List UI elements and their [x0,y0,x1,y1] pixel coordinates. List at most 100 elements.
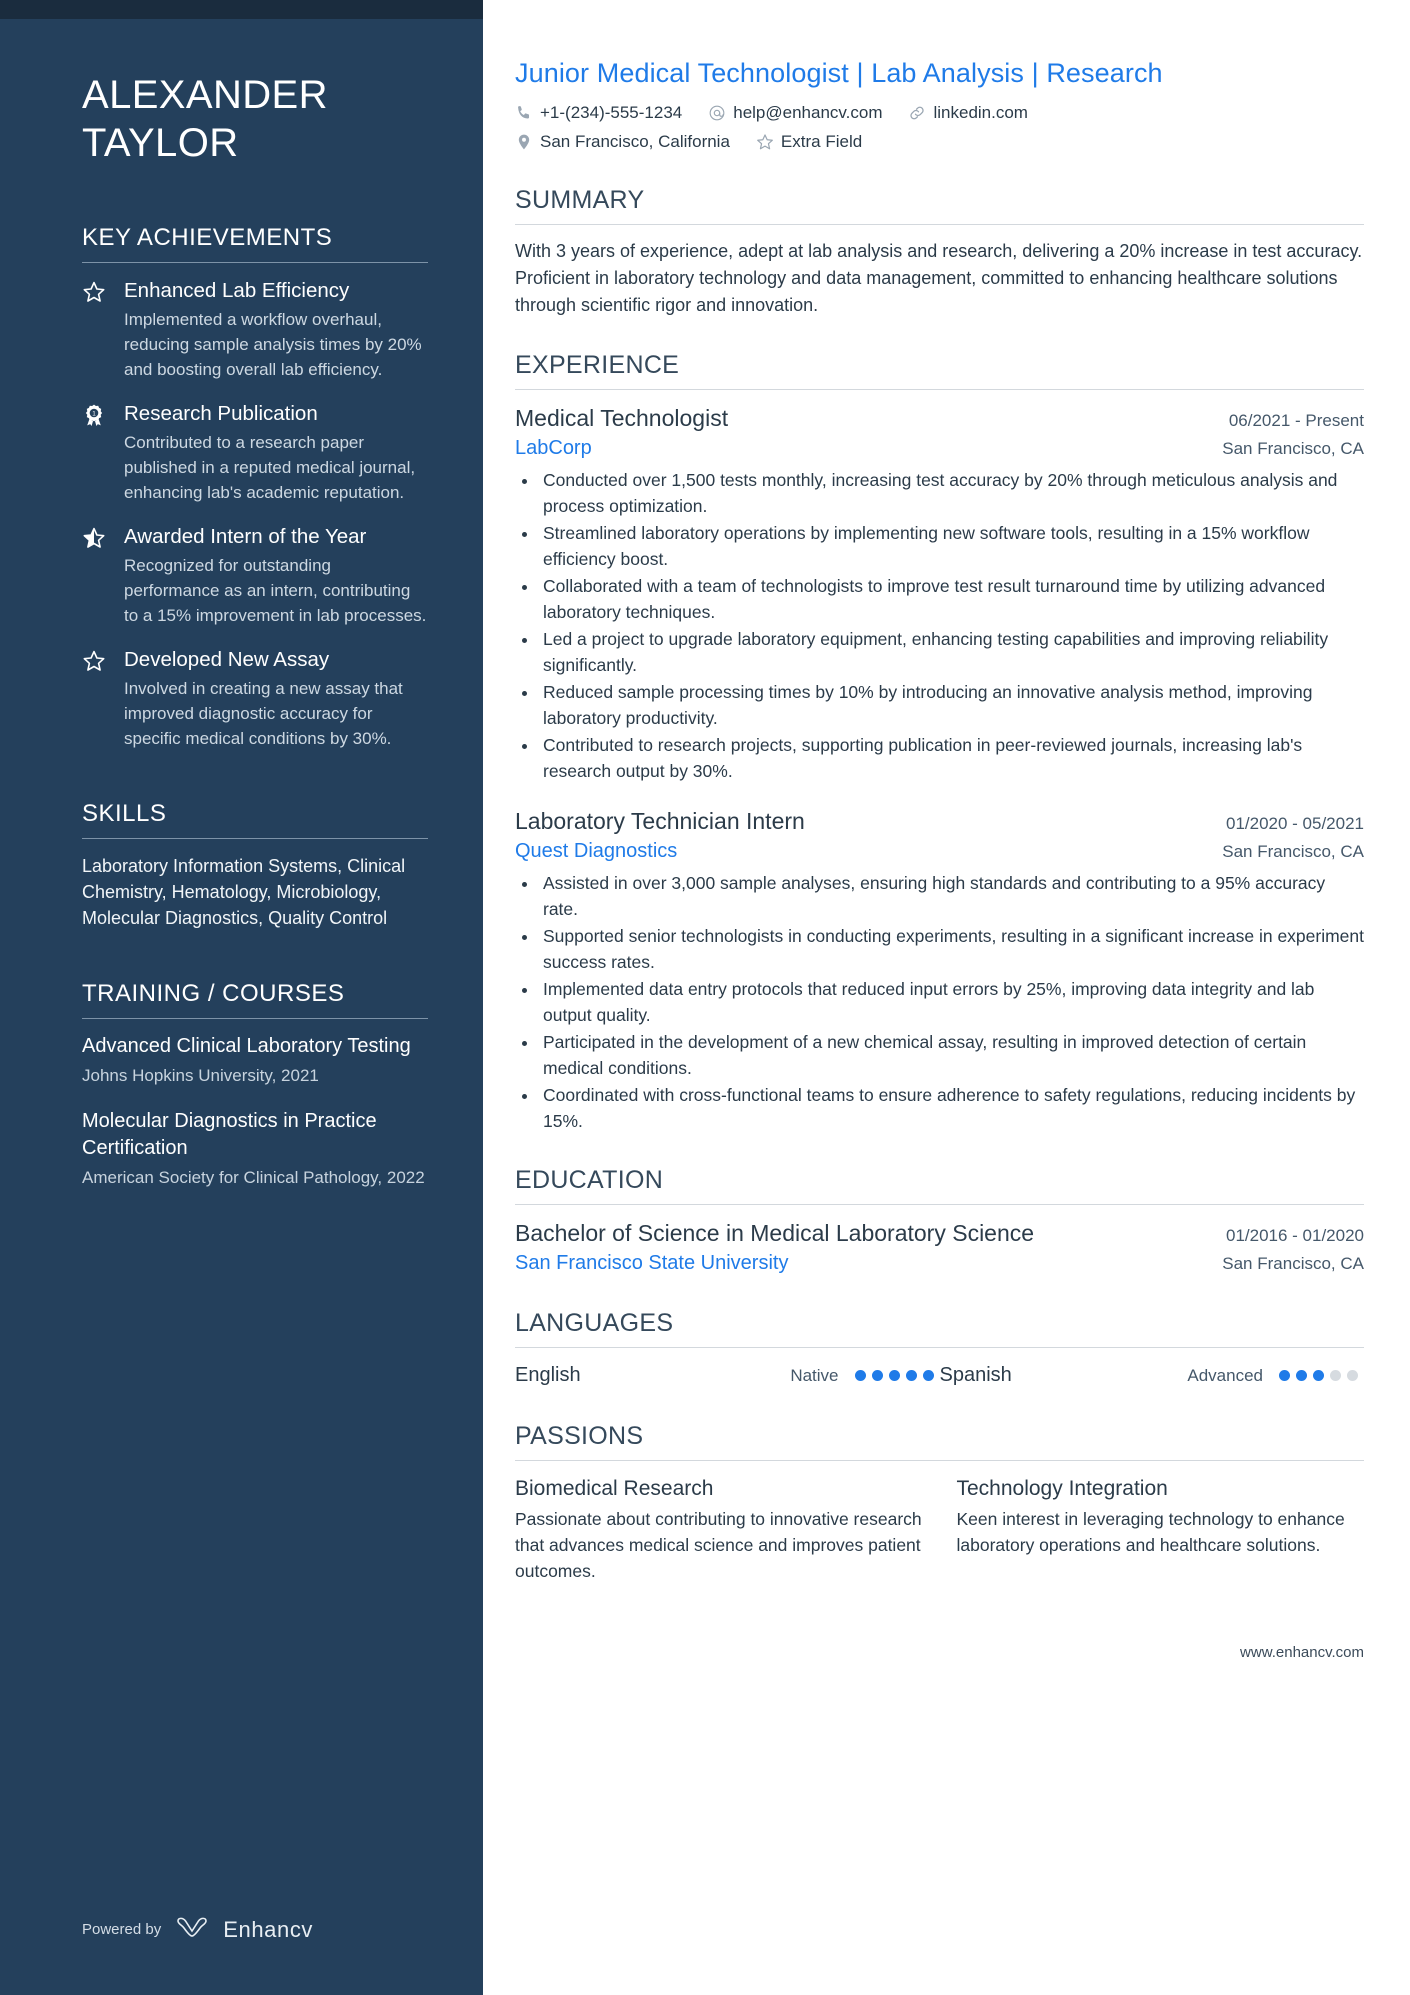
divider [82,1018,428,1019]
svg-text:1: 1 [92,411,96,418]
entry-bullet-list: Assisted in over 3,000 sample analyses, … [515,870,1364,1134]
section-experience: EXPERIENCE Medical Technologist 06/2021 -… [515,349,1364,1134]
proficiency-dot-filled [871,1370,883,1381]
experience-entry: Laboratory Technician Intern 01/2020 - 05… [515,806,1364,1134]
section-skills: SKILLS Laboratory Information Systems, C… [82,799,428,931]
entry-bullet: Coordinated with cross-functional teams … [539,1082,1364,1134]
contact-item[interactable]: help@enhancv.com [708,100,882,125]
language-item: Spanish Advanced [940,1361,1365,1390]
entry-org-row: LabCorp San Francisco, CA [515,434,1364,462]
award-ribbon-icon: 1 [82,403,106,427]
proficiency-dot-filled [1279,1370,1290,1381]
entry-bullet: Participated in the development of a new… [539,1029,1364,1081]
course-institution: Johns Hopkins University, 2021 [82,1066,319,1085]
passion-title: Technology Integration [956,1477,1168,1500]
entry-bullet: Reduced sample processing times by 10% b… [539,679,1364,731]
powered-by-label: Powered by [82,1921,162,1938]
education-heading: EDUCATION [515,1166,664,1194]
proficiency-dot-filled [854,1370,866,1381]
divider [515,1204,1364,1205]
entry-title: Laboratory Technician Intern [515,808,805,834]
training-courses-heading: TRAINING / COURSES [82,980,345,1007]
entry-title: Bachelor of Science in Medical Laborator… [515,1220,1035,1246]
divider [82,838,428,839]
entry-date-range: 06/2021 - Present [1228,411,1364,430]
entry-location: San Francisco, CA [1222,1254,1364,1273]
contact-item[interactable]: San Francisco, California [515,129,730,154]
entry-bullet: Led a project to upgrade laboratory equi… [539,626,1364,678]
achievement-title: Developed New Assay [124,648,330,671]
entry-organization[interactable]: San Francisco State University [515,1249,788,1277]
location-pin-icon [515,133,533,151]
language-proficiency-dots [854,1370,940,1381]
entry-bullet: Collaborated with a team of technologist… [539,573,1364,625]
course-institution: American Society for Clinical Pathology,… [82,1168,425,1187]
entry-bullet-list: Conducted over 1,500 tests monthly, incr… [515,467,1364,784]
candidate-last-name: TAYLOR [82,121,239,165]
entry-title-row: Bachelor of Science in Medical Laborator… [515,1218,1364,1249]
language-name: Spanish [939,1364,1012,1386]
proficiency-dot-filled [1296,1370,1307,1381]
language-item: English Native [515,1361,940,1390]
sidebar-top-band [0,0,483,19]
section-summary: SUMMARY With 3 years of experience, adep… [515,184,1364,319]
achievement-item: Developed New Assay Involved in creating … [82,646,428,751]
passion-item: Biomedical Research Passionate about cont… [515,1474,923,1584]
key-achievements-heading: KEY ACHIEVEMENTS [82,224,333,251]
job-title: Junior Medical Technologist | Lab Analys… [515,58,1163,88]
achievement-body: Enhanced Lab Efficiency Implemented a wor… [124,277,428,382]
achievement-icon-wrap: 1 [82,400,110,505]
summary-heading: SUMMARY [515,186,645,214]
training-courses-list: Advanced Clinical Laboratory Testing John… [82,1033,428,1190]
contact-item[interactable]: linkedin.com [908,100,1028,125]
powered-by-block: Powered by Enhancv [82,1916,313,1943]
key-achievements-list: Enhanced Lab Efficiency Implemented a wor… [82,277,428,751]
entry-date-range: 01/2020 - 05/2021 [1225,814,1364,833]
passion-description: Keen interest in leveraging technology t… [956,1509,1345,1555]
proficiency-dot-filled [905,1370,917,1381]
star-half-icon [82,526,106,550]
achievement-description: Recognized for outstanding performance a… [124,556,427,625]
achievement-icon-wrap [82,523,110,628]
sidebar: ALEXANDER TAYLOR KEY ACHIEVEMENTS Enhanc… [0,0,483,1995]
candidate-name: ALEXANDER TAYLOR [82,71,428,167]
entry-organization[interactable]: Quest Diagnostics [515,837,677,865]
contact-row-primary: +1-(234)-555-1234 help@enhancv.com linkedi… [515,100,1364,125]
contact-item[interactable]: +1-(234)-555-1234 [515,100,682,125]
phone-icon [515,104,533,122]
summary-text: With 3 years of experience, adept at lab… [515,241,1363,315]
divider [515,1347,1364,1348]
skills-heading: SKILLS [82,800,167,827]
entry-organization[interactable]: LabCorp [515,434,592,462]
divider [515,389,1364,390]
languages-heading: LANGUAGES [515,1309,674,1337]
experience-list: Medical Technologist 06/2021 - Present Lab… [515,403,1364,1134]
achievement-description: Implemented a workflow overhaul, reducin… [124,310,422,379]
resume-header: Junior Medical Technologist | Lab Analys… [515,56,1364,154]
divider [82,262,428,263]
entry-bullet: Conducted over 1,500 tests monthly, incr… [539,467,1364,519]
proficiency-dot-filled [888,1370,900,1381]
passions-heading: PASSIONS [515,1422,644,1450]
star-outline-icon [82,280,106,304]
passions-list: Biomedical Research Passionate about cont… [515,1474,1364,1584]
entry-title-row: Medical Technologist 06/2021 - Present [515,403,1364,434]
contact-item[interactable]: Extra Field [756,129,862,154]
achievement-item: Awarded Intern of the Year Recognized for… [82,523,428,628]
proficiency-dot-empty [1330,1370,1341,1381]
achievement-body: Research Publication Contributed to a res… [124,400,428,505]
link-icon [908,104,926,122]
course-item: Advanced Clinical Laboratory Testing John… [82,1033,428,1088]
brand-name: Enhancv [223,1916,314,1942]
achievement-body: Awarded Intern of the Year Recognized for… [124,523,428,628]
entry-bullet: Streamlined laboratory operations by imp… [539,520,1364,572]
entry-org-row: San Francisco State University San Franci… [515,1249,1364,1277]
education-entry: Bachelor of Science in Medical Laborator… [515,1218,1364,1277]
achievement-item: 1 Research Publication Contributed to a re… [82,400,428,505]
section-languages: LANGUAGES English Native Spanish Advanced [515,1307,1364,1390]
experience-entry: Medical Technologist 06/2021 - Present Lab… [515,403,1364,784]
language-name: English [515,1364,581,1386]
section-education: EDUCATION Bachelor of Science in Medical… [515,1164,1364,1277]
footer-website[interactable]: www.enhancv.com [515,1644,1364,1707]
language-proficiency-dots [1279,1370,1364,1381]
